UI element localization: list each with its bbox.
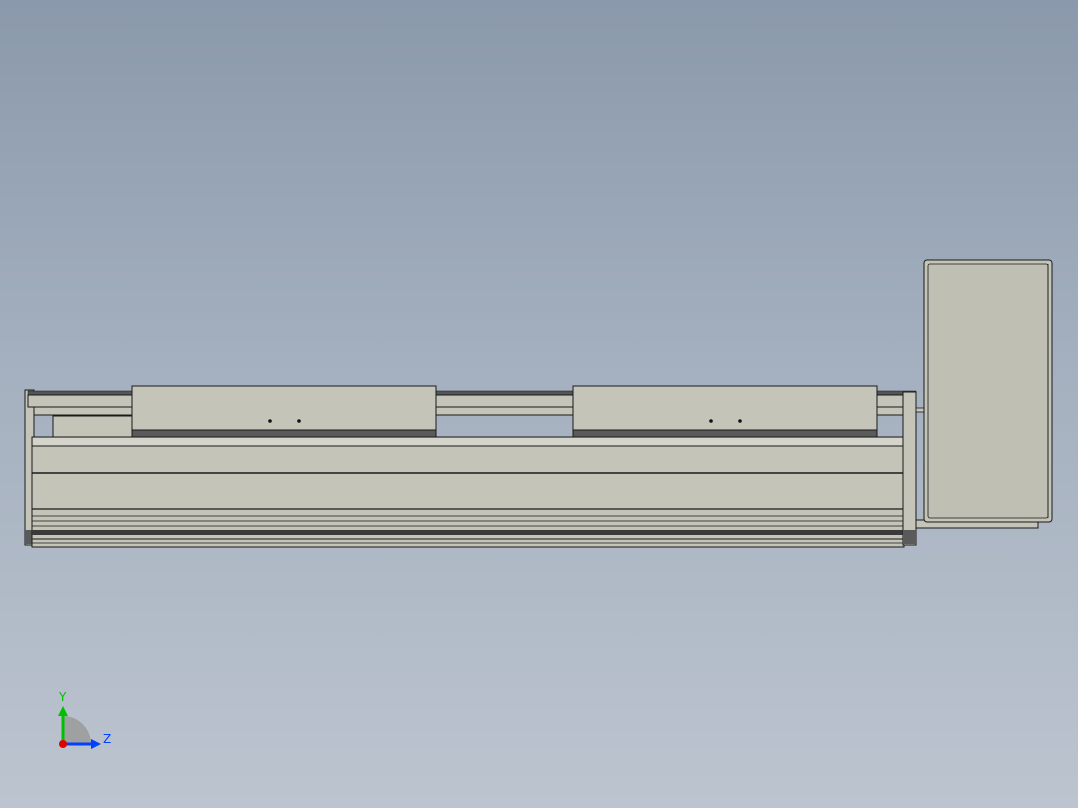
carriage-left-base (131, 429, 437, 438)
right-end-plate-shade (903, 530, 916, 544)
z-axis-arrowhead (91, 739, 101, 749)
carriage-left-hole-2 (297, 419, 301, 423)
carriage-right-body[interactable] (572, 385, 878, 431)
triad-origin (59, 740, 67, 748)
motor-housing-inner (927, 263, 1049, 519)
carriage-left-hole-1 (268, 419, 272, 423)
y-axis-label: Y (58, 690, 67, 704)
y-axis-arrowhead (58, 706, 68, 716)
z-axis-label: Z (103, 732, 111, 746)
carriage-right-hole-1 (709, 419, 713, 423)
motor-housing[interactable] (923, 259, 1053, 523)
triad-quadrant (63, 716, 91, 744)
carriage-left[interactable] (131, 385, 437, 438)
carriage-right-base (572, 429, 878, 438)
profile-top-highlight (33, 438, 903, 446)
profile-bottom-band (32, 530, 904, 535)
carriage-right-hole-2 (738, 419, 742, 423)
right-end-plate[interactable] (902, 391, 917, 546)
carriage-left-body[interactable] (131, 385, 437, 431)
carriage-right[interactable] (572, 385, 878, 438)
left-inner-block (52, 415, 136, 439)
cad-model-view[interactable]: Y Z (0, 0, 1078, 808)
orientation-triad: Y Z (58, 690, 111, 749)
graphics-viewport[interactable]: Y Z (0, 0, 1078, 808)
